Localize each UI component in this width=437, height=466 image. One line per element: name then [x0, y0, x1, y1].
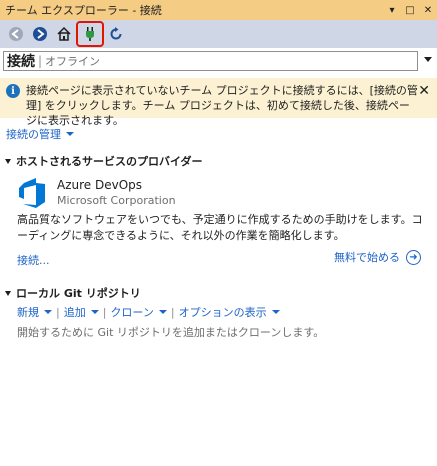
- header-divider: |: [38, 54, 43, 68]
- info-icon: i: [6, 84, 20, 98]
- caret-down-icon: [66, 132, 74, 136]
- toolbar: [0, 20, 437, 48]
- window-title: チーム エクスプローラー - 接続: [5, 4, 162, 17]
- provider-description: 高品質なソフトウェアをいつでも、予定通りに作成するための手助けをします。コーディ…: [17, 213, 423, 242]
- page-dropdown-button[interactable]: [422, 54, 434, 64]
- git-hint: 開始するために Git リポジトリを追加またはクローンします。: [17, 326, 325, 339]
- page-header: 接続 | オフライン: [0, 48, 437, 74]
- caret-down-icon[interactable]: [158, 310, 167, 314]
- collapse-triangle-icon: [5, 290, 11, 296]
- free-start-link[interactable]: 無料で始める ➜: [334, 249, 421, 265]
- hosted-section-title: ホストされるサービスのプロバイダー: [16, 155, 203, 168]
- git-section-title: ローカル Git リポジトリ: [16, 287, 141, 300]
- back-icon: [9, 27, 23, 41]
- hosted-section-header[interactable]: ホストされるサービスのプロバイダー: [5, 153, 203, 169]
- back-button[interactable]: [6, 24, 26, 44]
- page-selector[interactable]: 接続 | オフライン: [3, 51, 418, 71]
- provider-name: Azure DevOps: [57, 178, 143, 192]
- azure-devops-icon: [19, 178, 45, 208]
- provider-company: Microsoft Corporation: [57, 194, 176, 207]
- manage-connections-link[interactable]: 接続の管理: [6, 126, 74, 142]
- forward-icon: [33, 27, 47, 41]
- pin-dropdown-button[interactable]: ▾: [383, 1, 401, 19]
- git-section-header[interactable]: ローカル Git リポジトリ: [5, 285, 141, 301]
- caret-down-icon[interactable]: [90, 310, 99, 314]
- home-icon: [57, 26, 71, 41]
- git-add-button[interactable]: 追加: [64, 304, 86, 320]
- divider: |: [102, 305, 107, 319]
- divider: |: [56, 305, 60, 319]
- arrow-right-icon: ➜: [406, 249, 421, 265]
- close-button[interactable]: ✕: [419, 1, 437, 19]
- title-bar: チーム エクスプローラー - 接続 ▾ □ ✕: [0, 0, 437, 20]
- connect-link[interactable]: 接続...: [17, 252, 50, 268]
- info-close-button[interactable]: ✕: [418, 83, 430, 99]
- forward-button[interactable]: [30, 24, 50, 44]
- connect-button[interactable]: [76, 21, 104, 47]
- page-title: 接続: [7, 54, 35, 70]
- caret-down-icon[interactable]: [44, 310, 52, 314]
- caret-down-icon[interactable]: [271, 310, 280, 314]
- provider-azure-devops: Azure DevOps Microsoft Corporation: [17, 175, 417, 209]
- git-options-button[interactable]: オプションの表示: [179, 304, 267, 320]
- chevron-down-icon: [424, 56, 432, 62]
- plug-icon: [86, 27, 94, 41]
- git-new-button[interactable]: 新規: [17, 304, 39, 320]
- info-bar: i 接続ページに表示されていないチーム プロジェクトに接続するには、[接続の管理…: [0, 78, 437, 127]
- info-message: 接続ページに表示されていないチーム プロジェクトに接続するには、[接続の管理] …: [26, 84, 418, 127]
- maximize-button[interactable]: □: [401, 1, 419, 19]
- divider: |: [170, 305, 175, 319]
- free-start-label: 無料で始める: [334, 251, 400, 264]
- refresh-icon: [110, 27, 122, 40]
- git-actions: 新規 | 追加 | クローン | オプションの表示: [17, 304, 280, 320]
- home-button[interactable]: [54, 24, 74, 44]
- refresh-button[interactable]: [106, 24, 126, 44]
- connection-status: オフライン: [45, 55, 101, 68]
- collapse-triangle-icon: [5, 158, 11, 164]
- manage-connections-label: 接続の管理: [6, 128, 61, 141]
- git-clone-button[interactable]: クローン: [110, 304, 153, 320]
